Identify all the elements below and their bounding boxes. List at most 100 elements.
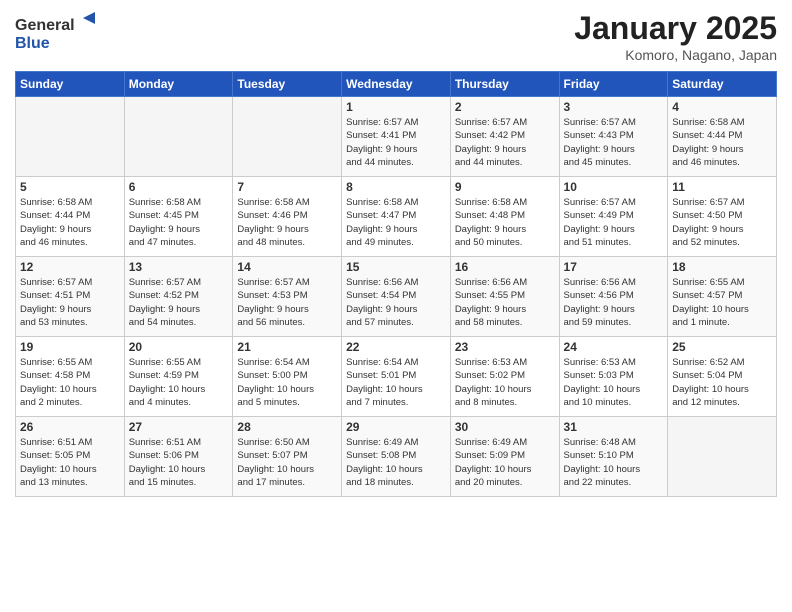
header: General Blue January 2025 Komoro, Nagano… <box>15 10 777 63</box>
day-info: Sunrise: 6:56 AM Sunset: 4:56 PM Dayligh… <box>564 276 664 329</box>
day-header-wednesday: Wednesday <box>342 72 451 97</box>
calendar-cell: 6 Sunrise: 6:58 AM Sunset: 4:45 PM Daylig… <box>124 177 233 257</box>
day-info: Sunrise: 6:58 AM Sunset: 4:44 PM Dayligh… <box>672 116 772 169</box>
week-row-4: 26 Sunrise: 6:51 AM Sunset: 5:05 PM Dayli… <box>16 417 777 497</box>
header-row: SundayMondayTuesdayWednesdayThursdayFrid… <box>16 72 777 97</box>
day-info: Sunrise: 6:58 AM Sunset: 4:45 PM Dayligh… <box>129 196 229 249</box>
calendar-cell: 20 Sunrise: 6:55 AM Sunset: 4:59 PM Dayli… <box>124 337 233 417</box>
day-number: 5 <box>20 180 120 194</box>
title-block: January 2025 Komoro, Nagano, Japan <box>574 10 777 63</box>
day-number: 28 <box>237 420 337 434</box>
day-number: 2 <box>455 100 555 114</box>
day-number: 6 <box>129 180 229 194</box>
calendar-cell: 18 Sunrise: 6:55 AM Sunset: 4:57 PM Dayli… <box>668 257 777 337</box>
calendar-cell <box>124 97 233 177</box>
day-header-sunday: Sunday <box>16 72 125 97</box>
calendar-cell <box>16 97 125 177</box>
page-container: General Blue January 2025 Komoro, Nagano… <box>0 0 792 507</box>
day-info: Sunrise: 6:56 AM Sunset: 4:55 PM Dayligh… <box>455 276 555 329</box>
svg-text:Blue: Blue <box>15 35 50 52</box>
calendar-cell: 2Sunrise: 6:57 AM Sunset: 4:42 PM Daylig… <box>450 97 559 177</box>
day-number: 3 <box>564 100 664 114</box>
day-number: 29 <box>346 420 446 434</box>
calendar-cell: 13Sunrise: 6:57 AM Sunset: 4:52 PM Dayli… <box>124 257 233 337</box>
day-info: Sunrise: 6:58 AM Sunset: 4:47 PM Dayligh… <box>346 196 446 249</box>
day-number: 15 <box>346 260 446 274</box>
day-number: 22 <box>346 340 446 354</box>
calendar-cell: 1 Sunrise: 6:57 AM Sunset: 4:41 PM Daylig… <box>342 97 451 177</box>
calendar-cell: 27Sunrise: 6:51 AM Sunset: 5:06 PM Dayli… <box>124 417 233 497</box>
calendar-cell: 31 Sunrise: 6:48 AM Sunset: 5:10 PM Dayli… <box>559 417 668 497</box>
day-info: Sunrise: 6:49 AM Sunset: 5:08 PM Dayligh… <box>346 436 446 489</box>
calendar-cell: 28 Sunrise: 6:50 AM Sunset: 5:07 PM Dayli… <box>233 417 342 497</box>
calendar-cell: 14 Sunrise: 6:57 AM Sunset: 4:53 PM Dayli… <box>233 257 342 337</box>
day-number: 31 <box>564 420 664 434</box>
calendar-cell: 9 Sunrise: 6:58 AM Sunset: 4:48 PM Daylig… <box>450 177 559 257</box>
day-info: Sunrise: 6:57 AM Sunset: 4:52 PM Dayligh… <box>129 276 229 329</box>
svg-text:General: General <box>15 17 75 34</box>
week-row-2: 12 Sunrise: 6:57 AM Sunset: 4:51 PM Dayli… <box>16 257 777 337</box>
day-number: 10 <box>564 180 664 194</box>
day-number: 24 <box>564 340 664 354</box>
week-row-1: 5 Sunrise: 6:58 AM Sunset: 4:44 PM Daylig… <box>16 177 777 257</box>
calendar-cell: 15 Sunrise: 6:56 AM Sunset: 4:54 PM Dayli… <box>342 257 451 337</box>
location: Komoro, Nagano, Japan <box>574 47 777 63</box>
calendar-cell: 21 Sunrise: 6:54 AM Sunset: 5:00 PM Dayli… <box>233 337 342 417</box>
calendar-cell: 10 Sunrise: 6:57 AM Sunset: 4:49 PM Dayli… <box>559 177 668 257</box>
day-info: Sunrise: 6:54 AM Sunset: 5:01 PM Dayligh… <box>346 356 446 409</box>
day-number: 26 <box>20 420 120 434</box>
day-number: 23 <box>455 340 555 354</box>
calendar-cell: 12 Sunrise: 6:57 AM Sunset: 4:51 PM Dayli… <box>16 257 125 337</box>
day-header-tuesday: Tuesday <box>233 72 342 97</box>
calendar-cell: 3 Sunrise: 6:57 AM Sunset: 4:43 PM Daylig… <box>559 97 668 177</box>
calendar-cell: 22 Sunrise: 6:54 AM Sunset: 5:01 PM Dayli… <box>342 337 451 417</box>
calendar-cell: 7 Sunrise: 6:58 AM Sunset: 4:46 PM Daylig… <box>233 177 342 257</box>
day-number: 7 <box>237 180 337 194</box>
day-number: 17 <box>564 260 664 274</box>
day-number: 1 <box>346 100 446 114</box>
day-number: 14 <box>237 260 337 274</box>
day-info: Sunrise: 6:49 AM Sunset: 5:09 PM Dayligh… <box>455 436 555 489</box>
calendar-cell: 5 Sunrise: 6:58 AM Sunset: 4:44 PM Daylig… <box>16 177 125 257</box>
calendar-cell: 11 Sunrise: 6:57 AM Sunset: 4:50 PM Dayli… <box>668 177 777 257</box>
day-info: Sunrise: 6:50 AM Sunset: 5:07 PM Dayligh… <box>237 436 337 489</box>
day-info: Sunrise: 6:58 AM Sunset: 4:46 PM Dayligh… <box>237 196 337 249</box>
day-info: Sunrise: 6:52 AM Sunset: 5:04 PM Dayligh… <box>672 356 772 409</box>
calendar-cell: 24 Sunrise: 6:53 AM Sunset: 5:03 PM Dayli… <box>559 337 668 417</box>
day-number: 30 <box>455 420 555 434</box>
calendar-cell: 25 Sunrise: 6:52 AM Sunset: 5:04 PM Dayli… <box>668 337 777 417</box>
day-header-monday: Monday <box>124 72 233 97</box>
logo: General Blue <box>15 10 105 60</box>
day-number: 11 <box>672 180 772 194</box>
day-info: Sunrise: 6:57 AM Sunset: 4:41 PM Dayligh… <box>346 116 446 169</box>
day-number: 20 <box>129 340 229 354</box>
calendar-table: SundayMondayTuesdayWednesdayThursdayFrid… <box>15 71 777 497</box>
day-info: Sunrise: 6:55 AM Sunset: 4:57 PM Dayligh… <box>672 276 772 329</box>
day-number: 25 <box>672 340 772 354</box>
day-number: 9 <box>455 180 555 194</box>
day-info: Sunrise: 6:51 AM Sunset: 5:06 PM Dayligh… <box>129 436 229 489</box>
day-info: Sunrise: 6:57 AM Sunset: 4:43 PM Dayligh… <box>564 116 664 169</box>
day-info: Sunrise: 6:57 AM Sunset: 4:53 PM Dayligh… <box>237 276 337 329</box>
day-info: Sunrise: 6:48 AM Sunset: 5:10 PM Dayligh… <box>564 436 664 489</box>
day-info: Sunrise: 6:58 AM Sunset: 4:48 PM Dayligh… <box>455 196 555 249</box>
day-info: Sunrise: 6:55 AM Sunset: 4:59 PM Dayligh… <box>129 356 229 409</box>
day-number: 18 <box>672 260 772 274</box>
day-number: 4 <box>672 100 772 114</box>
logo-text: General Blue <box>15 10 105 60</box>
calendar-cell: 26 Sunrise: 6:51 AM Sunset: 5:05 PM Dayli… <box>16 417 125 497</box>
calendar-cell: 17 Sunrise: 6:56 AM Sunset: 4:56 PM Dayli… <box>559 257 668 337</box>
day-number: 12 <box>20 260 120 274</box>
calendar-cell: 23Sunrise: 6:53 AM Sunset: 5:02 PM Dayli… <box>450 337 559 417</box>
day-info: Sunrise: 6:57 AM Sunset: 4:51 PM Dayligh… <box>20 276 120 329</box>
day-info: Sunrise: 6:53 AM Sunset: 5:03 PM Dayligh… <box>564 356 664 409</box>
day-info: Sunrise: 6:54 AM Sunset: 5:00 PM Dayligh… <box>237 356 337 409</box>
day-info: Sunrise: 6:57 AM Sunset: 4:49 PM Dayligh… <box>564 196 664 249</box>
day-info: Sunrise: 6:56 AM Sunset: 4:54 PM Dayligh… <box>346 276 446 329</box>
day-info: Sunrise: 6:58 AM Sunset: 4:44 PM Dayligh… <box>20 196 120 249</box>
day-header-thursday: Thursday <box>450 72 559 97</box>
day-number: 19 <box>20 340 120 354</box>
day-info: Sunrise: 6:57 AM Sunset: 4:50 PM Dayligh… <box>672 196 772 249</box>
day-number: 21 <box>237 340 337 354</box>
day-info: Sunrise: 6:51 AM Sunset: 5:05 PM Dayligh… <box>20 436 120 489</box>
